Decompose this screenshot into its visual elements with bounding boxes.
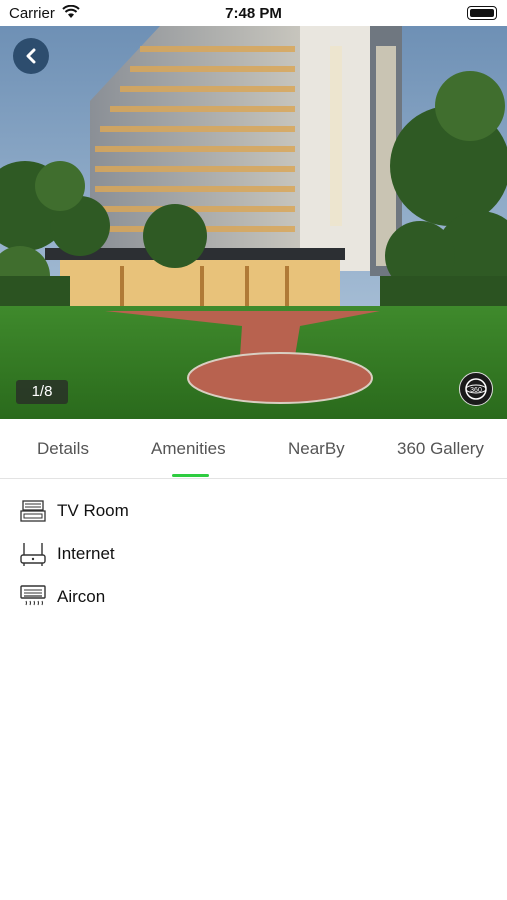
hotel-photo: [0, 26, 507, 419]
status-bar: Carrier 7:48 PM: [0, 0, 507, 26]
tab-bar: Details Amenities NearBy 360 Gallery: [0, 419, 507, 479]
back-button[interactable]: [13, 38, 49, 74]
amenity-label: Aircon: [57, 587, 106, 606]
tab-amenities[interactable]: Amenities: [151, 439, 226, 459]
active-tab-indicator: [172, 474, 209, 477]
tab-360-gallery[interactable]: 360 Gallery: [397, 439, 484, 459]
tab-details[interactable]: Details: [37, 439, 89, 459]
list-item: TV Room: [0, 490, 507, 530]
view-360-button[interactable]: 360: [459, 372, 493, 406]
photo-counter: 1/8: [16, 380, 68, 404]
hotel-photo-gallery[interactable]: 1/8 360: [0, 26, 507, 419]
aircon-icon: [20, 585, 46, 606]
list-item: Internet: [0, 533, 507, 573]
360-view-icon: 360: [465, 378, 487, 400]
chevron-left-icon: [26, 48, 36, 64]
status-time: 7:48 PM: [225, 5, 282, 22]
360-label: 360: [470, 387, 482, 394]
tv-room-icon: [20, 500, 46, 522]
router-icon: [20, 543, 46, 566]
amenity-label: Internet: [57, 544, 115, 563]
tab-nearby[interactable]: NearBy: [288, 439, 345, 459]
amenity-label: TV Room: [57, 501, 129, 520]
battery-icon: [467, 6, 497, 20]
list-item: Aircon: [0, 576, 507, 616]
